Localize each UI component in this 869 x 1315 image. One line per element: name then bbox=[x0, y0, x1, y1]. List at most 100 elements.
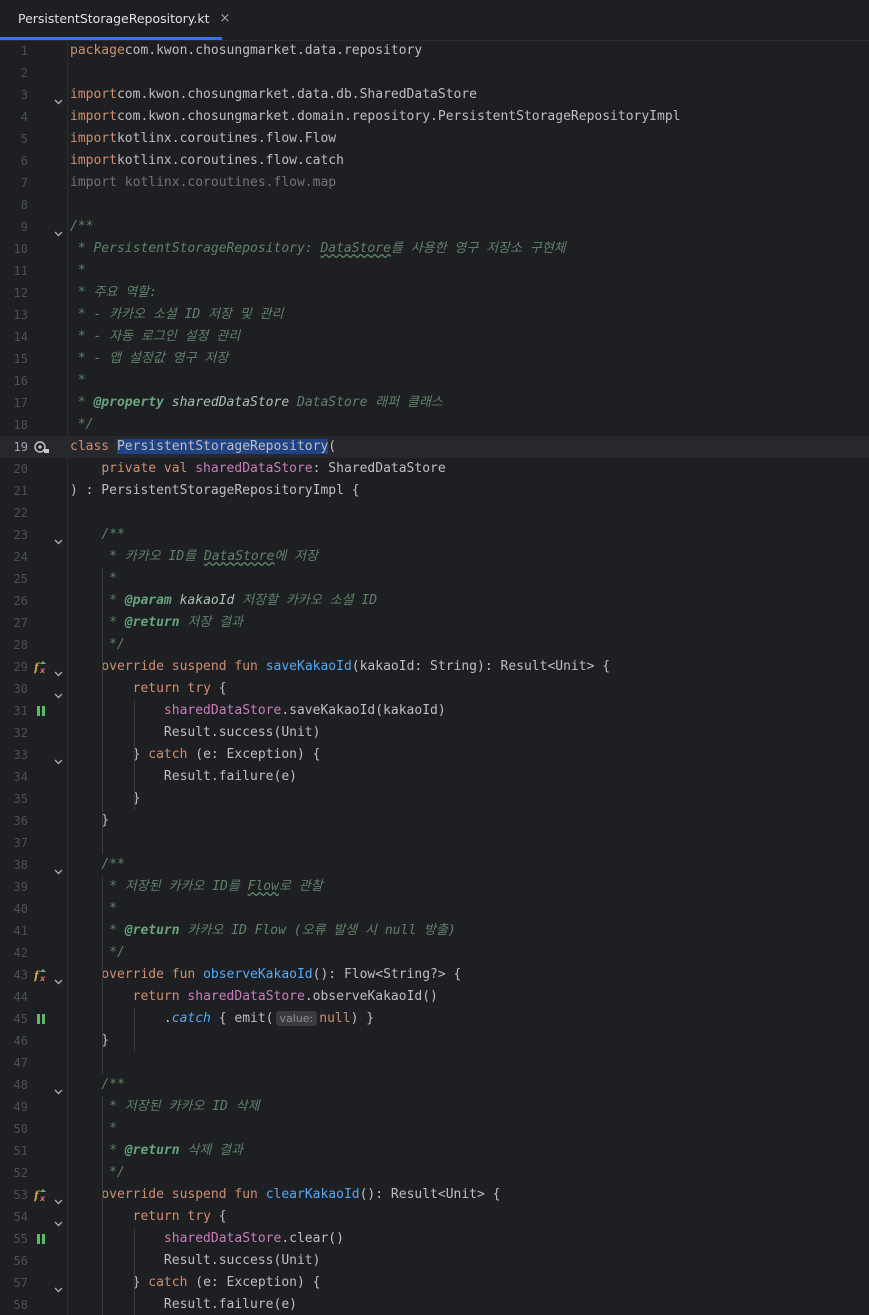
code-line[interactable]: 1 packagecom.kwon.chosungmarket.data.repo… bbox=[0, 40, 869, 62]
injection-target-icon[interactable] bbox=[34, 440, 50, 454]
code-text[interactable]: * bbox=[70, 1118, 117, 1140]
code-line[interactable]: 53 f x override suspend fun clearKakaoId()… bbox=[0, 1184, 869, 1206]
line-number[interactable]: 11 bbox=[0, 260, 28, 282]
implements-method-icon[interactable]: fx bbox=[33, 660, 50, 675]
line-number[interactable]: 51 bbox=[0, 1140, 28, 1162]
code-text[interactable]: } bbox=[70, 788, 141, 810]
code-line[interactable]: 45 .catch { emit(value: null) } bbox=[0, 1008, 869, 1030]
code-text[interactable]: return try { bbox=[70, 678, 227, 700]
line-number[interactable]: 14 bbox=[0, 326, 28, 348]
code-text[interactable]: * PersistentStorageRepository: DataStore… bbox=[70, 238, 566, 260]
code-text[interactable]: } catch (e: Exception) { bbox=[70, 1272, 321, 1294]
fold-chevron-icon[interactable] bbox=[54, 1213, 63, 1227]
code-line[interactable]: 24 * 카카오 ID를 DataStore에 저장 bbox=[0, 546, 869, 568]
code-text[interactable]: .catch { emit(value: null) } bbox=[70, 1008, 374, 1030]
line-number[interactable]: 18 bbox=[0, 414, 28, 436]
line-number[interactable]: 49 bbox=[0, 1096, 28, 1118]
code-line[interactable]: 2 bbox=[0, 62, 869, 84]
code-text[interactable]: /** bbox=[70, 524, 124, 546]
line-number[interactable]: 1 bbox=[0, 40, 28, 62]
code-text[interactable]: * bbox=[70, 260, 86, 282]
code-line[interactable]: 8 bbox=[0, 194, 869, 216]
line-number[interactable]: 48 bbox=[0, 1074, 28, 1096]
code-line[interactable]: 22 bbox=[0, 502, 869, 524]
fold-chevron-icon[interactable] bbox=[54, 91, 63, 105]
code-text[interactable]: * - 앱 설정값 영구 저장 bbox=[70, 348, 228, 370]
line-number[interactable]: 43 bbox=[0, 964, 28, 986]
code-text[interactable]: Result.failure(e) bbox=[70, 766, 297, 788]
line-number[interactable]: 38 bbox=[0, 854, 28, 876]
line-number[interactable]: 25 bbox=[0, 568, 28, 590]
line-number[interactable]: 3 bbox=[0, 84, 28, 106]
code-line[interactable]: 35 } bbox=[0, 788, 869, 810]
code-line[interactable]: 54 return try { bbox=[0, 1206, 869, 1228]
code-line[interactable]: 9 /** bbox=[0, 216, 869, 238]
code-line[interactable]: 26 * @param kakaoId 저장할 카카오 소셜 ID bbox=[0, 590, 869, 612]
line-number[interactable]: 28 bbox=[0, 634, 28, 656]
line-number[interactable]: 7 bbox=[0, 172, 28, 194]
code-line[interactable]: 3 importcom.kwon.chosungmarket.data.db.Sh… bbox=[0, 84, 869, 106]
line-number[interactable]: 41 bbox=[0, 920, 28, 942]
line-number[interactable]: 5 bbox=[0, 128, 28, 150]
code-line[interactable]: 58 Result.failure(e) bbox=[0, 1294, 869, 1315]
code-text[interactable]: /** bbox=[70, 854, 124, 876]
code-text[interactable]: Result.success(Unit) bbox=[70, 722, 321, 744]
fold-chevron-icon[interactable] bbox=[54, 685, 63, 699]
code-line[interactable]: 31 sharedDataStore.saveKakaoId(kakaoId) bbox=[0, 700, 869, 722]
code-text[interactable]: importcom.kwon.chosungmarket.data.db.Sha… bbox=[70, 84, 477, 106]
code-line[interactable]: 18 */ bbox=[0, 414, 869, 436]
close-tab-icon[interactable]: × bbox=[220, 11, 231, 26]
code-text[interactable]: * bbox=[70, 898, 117, 920]
code-line[interactable]: 43 f x override fun observeKakaoId(): Flow… bbox=[0, 964, 869, 986]
line-number[interactable]: 16 bbox=[0, 370, 28, 392]
code-text[interactable]: ) : PersistentStorageRepositoryImpl { bbox=[70, 480, 360, 502]
line-number[interactable]: 57 bbox=[0, 1272, 28, 1294]
code-line[interactable]: 21) : PersistentStorageRepositoryImpl { bbox=[0, 480, 869, 502]
implements-method-icon[interactable]: fx bbox=[33, 1188, 50, 1203]
code-text[interactable]: return try { bbox=[70, 1206, 227, 1228]
code-line[interactable]: 13 * - 카카오 소셜 ID 저장 및 관리 bbox=[0, 304, 869, 326]
code-line[interactable]: 16 * bbox=[0, 370, 869, 392]
fold-chevron-icon[interactable] bbox=[54, 1279, 63, 1293]
code-line[interactable]: 4 importcom.kwon.chosungmarket.domain.rep… bbox=[0, 106, 869, 128]
code-text[interactable]: } bbox=[70, 810, 109, 832]
code-text[interactable]: import kotlinx.coroutines.flow.map bbox=[70, 172, 336, 194]
code-text[interactable]: * 저장된 카카오 ID 삭제 bbox=[70, 1096, 259, 1118]
code-text[interactable]: */ bbox=[70, 634, 125, 656]
code-text[interactable]: /** bbox=[70, 1074, 124, 1096]
line-number[interactable]: 33 bbox=[0, 744, 28, 766]
line-number[interactable]: 56 bbox=[0, 1250, 28, 1272]
code-text[interactable]: */ bbox=[70, 414, 94, 436]
line-number[interactable]: 42 bbox=[0, 942, 28, 964]
code-text[interactable]: importkotlinx.coroutines.flow.catch bbox=[70, 150, 344, 172]
code-editor[interactable]: 1 packagecom.kwon.chosungmarket.data.repo… bbox=[0, 40, 869, 1315]
code-line[interactable]: 52 */ bbox=[0, 1162, 869, 1184]
implements-method-icon[interactable]: fx bbox=[33, 968, 50, 983]
fold-chevron-icon[interactable] bbox=[54, 663, 63, 677]
code-line[interactable]: 10 * PersistentStorageRepository: DataSt… bbox=[0, 238, 869, 260]
code-line[interactable]: 40 * bbox=[0, 898, 869, 920]
line-number[interactable]: 27 bbox=[0, 612, 28, 634]
code-line[interactable]: 56 Result.success(Unit) bbox=[0, 1250, 869, 1272]
code-text[interactable]: * 주요 역할: bbox=[70, 282, 157, 304]
code-text[interactable]: * @return 카카오 ID Flow (오류 발생 시 null 방출) bbox=[70, 920, 456, 942]
code-text[interactable]: * bbox=[70, 568, 117, 590]
line-number[interactable]: 19 bbox=[0, 436, 28, 458]
code-line[interactable]: 15 * - 앱 설정값 영구 저장 bbox=[0, 348, 869, 370]
code-line[interactable]: 30 return try { bbox=[0, 678, 869, 700]
code-text[interactable]: * 카카오 ID를 DataStore에 저장 bbox=[70, 546, 318, 568]
code-text[interactable]: * - 카카오 소셜 ID 저장 및 관리 bbox=[70, 304, 284, 326]
line-number[interactable]: 6 bbox=[0, 150, 28, 172]
code-text[interactable]: private val sharedDataStore: SharedDataS… bbox=[70, 458, 445, 480]
code-line[interactable]: 46 } bbox=[0, 1030, 869, 1052]
line-number[interactable]: 36 bbox=[0, 810, 28, 832]
code-text[interactable]: * @property sharedDataStore DataStore 래퍼… bbox=[70, 392, 443, 414]
line-number[interactable]: 26 bbox=[0, 590, 28, 612]
code-text[interactable]: * 저장된 카카오 ID를 Flow로 관찰 bbox=[70, 876, 323, 898]
line-number[interactable]: 32 bbox=[0, 722, 28, 744]
line-number[interactable]: 13 bbox=[0, 304, 28, 326]
line-number[interactable]: 24 bbox=[0, 546, 28, 568]
code-text[interactable]: } catch (e: Exception) { bbox=[70, 744, 321, 766]
fold-chevron-icon[interactable] bbox=[54, 223, 63, 237]
code-line[interactable]: 36 } bbox=[0, 810, 869, 832]
